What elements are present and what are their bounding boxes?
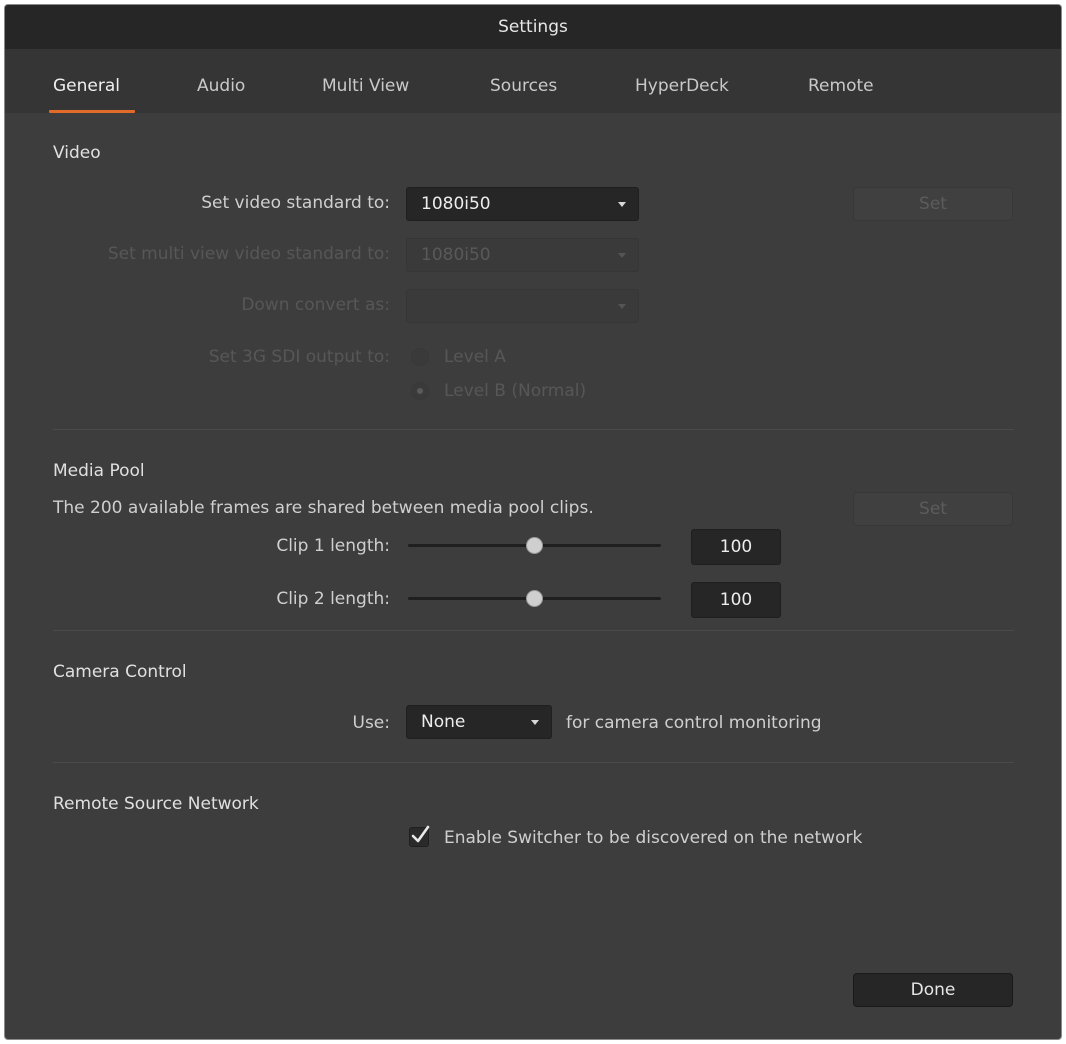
enable-discovery-checkbox[interactable]: [409, 825, 430, 847]
camera-control-select[interactable]: None: [406, 705, 552, 739]
level-a-label: Level A: [444, 347, 506, 367]
clip1-slider-handle[interactable]: [526, 537, 543, 554]
chevron-down-icon: [618, 202, 626, 207]
clip2-length-label: Clip 2 length:: [276, 589, 390, 609]
multiview-standard-label: Set multi view video standard to:: [107, 244, 390, 264]
level-b-label: Level B (Normal): [444, 381, 587, 401]
video-standard-value: 1080i50: [421, 194, 491, 214]
down-convert-label: Down convert as:: [241, 295, 390, 315]
tab-general[interactable]: General: [53, 76, 120, 96]
camera-use-label: Use:: [352, 713, 391, 733]
section-divider: [53, 630, 1014, 631]
clip2-length-input[interactable]: 100: [691, 582, 781, 618]
chevron-down-icon: [618, 253, 626, 258]
tab-audio[interactable]: Audio: [197, 76, 245, 96]
media-pool-section-title: Media Pool: [53, 461, 145, 481]
tab-multi-view[interactable]: Multi View: [322, 76, 409, 96]
media-pool-set-button[interactable]: Set: [853, 492, 1013, 526]
down-convert-select[interactable]: [406, 289, 639, 323]
clip1-length-label: Clip 1 length:: [276, 536, 390, 556]
video-standard-label: Set video standard to:: [201, 193, 390, 213]
multiview-standard-select[interactable]: 1080i50: [406, 238, 639, 272]
settings-window: Settings General Audio Multi View Source…: [4, 4, 1062, 1040]
camera-control-section-title: Camera Control: [53, 662, 187, 682]
radio-selected-dot: [417, 388, 423, 394]
window-title: Settings: [498, 17, 568, 37]
done-button[interactable]: Done: [853, 973, 1013, 1007]
section-divider: [53, 762, 1014, 763]
chevron-down-icon: [618, 304, 626, 309]
clip1-length-input[interactable]: 100: [691, 529, 781, 565]
enable-discovery-label: Enable Switcher to be discovered on the …: [444, 828, 863, 848]
level-b-radio[interactable]: [411, 382, 429, 400]
sdi-output-label: Set 3G SDI output to:: [208, 347, 390, 367]
tab-remote[interactable]: Remote: [808, 76, 874, 96]
level-a-radio[interactable]: [411, 348, 429, 366]
camera-control-value: None: [421, 712, 466, 732]
video-standard-select[interactable]: 1080i50: [406, 187, 639, 221]
video-section-title: Video: [53, 143, 101, 163]
tab-sources[interactable]: Sources: [490, 76, 557, 96]
section-divider: [53, 429, 1014, 430]
chevron-down-icon: [531, 720, 539, 725]
media-pool-description: The 200 available frames are shared betw…: [53, 498, 594, 518]
multiview-standard-value: 1080i50: [421, 245, 491, 265]
active-tab-indicator: [49, 110, 135, 113]
remote-source-section-title: Remote Source Network: [53, 794, 259, 814]
clip2-slider-handle[interactable]: [526, 590, 543, 607]
video-set-button[interactable]: Set: [853, 187, 1013, 221]
title-bar: Settings: [5, 5, 1061, 49]
checkmark-icon: [411, 825, 430, 843]
tab-bar: General Audio Multi View Sources HyperDe…: [5, 49, 1061, 113]
tab-hyperdeck[interactable]: HyperDeck: [635, 76, 729, 96]
camera-control-suffix: for camera control monitoring: [566, 713, 822, 733]
